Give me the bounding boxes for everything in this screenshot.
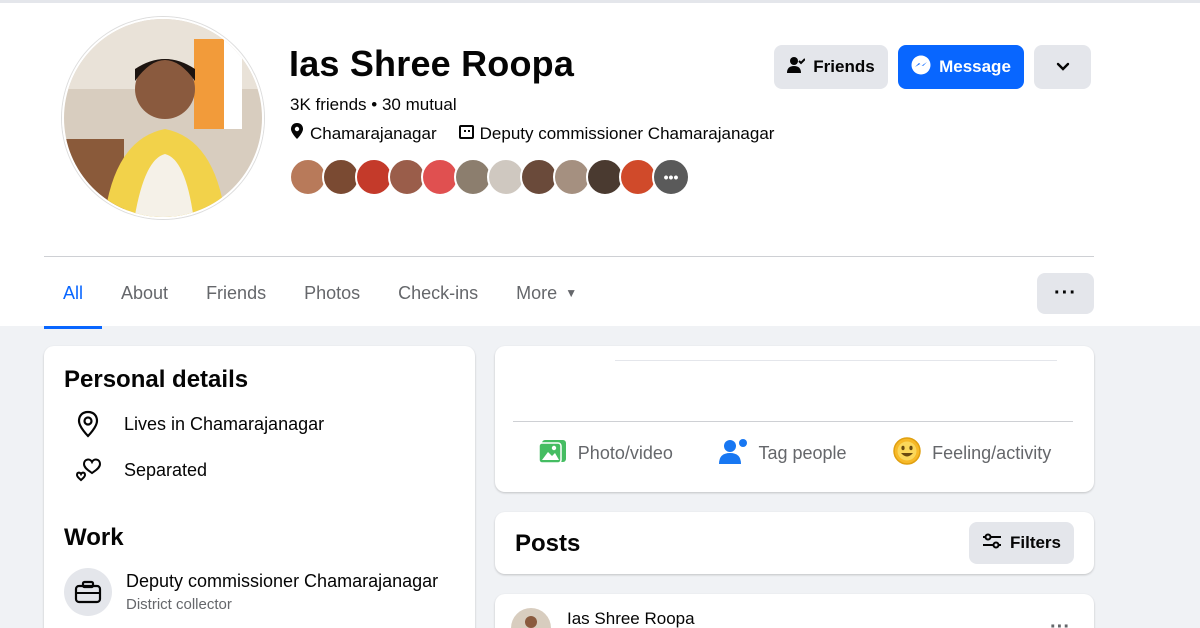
relationship-row: Separated	[72, 454, 207, 486]
tab-about[interactable]: About	[102, 257, 187, 329]
building-icon	[458, 124, 474, 144]
profile-meta: Chamarajanagar Deputy commissioner Chama…	[290, 123, 774, 144]
composer-divider	[615, 360, 1057, 361]
posts-title: Posts	[515, 530, 581, 557]
hearts-icon	[72, 454, 104, 486]
location-pin-icon	[290, 123, 304, 144]
composer-divider	[513, 421, 1073, 422]
tab-label: About	[121, 282, 169, 303]
intro-card: Personal details Lives in Chamarajanagar…	[44, 346, 475, 628]
message-button-label: Message	[939, 57, 1011, 76]
post-card: Ias Shree Roopa ···	[495, 594, 1094, 628]
photo-icon	[538, 437, 568, 470]
filters-label: Filters	[1009, 533, 1062, 552]
post-options-icon[interactable]: ···	[1050, 616, 1070, 628]
lives-in-text: Lives in Chamarajanagar	[124, 413, 325, 434]
briefcase-icon	[64, 568, 112, 616]
location-text: Chamarajanagar	[310, 123, 437, 143]
photo-video-button[interactable]: Photo/video	[538, 436, 673, 471]
messenger-icon	[911, 55, 931, 80]
smiley-icon	[892, 436, 922, 471]
mutual-friends-avatars[interactable]: •••	[289, 158, 690, 196]
work-item[interactable]: Deputy commissioner Chamarajanagar Distr…	[64, 568, 438, 616]
friends-button-label: Friends	[813, 57, 875, 76]
tab-all[interactable]: All	[44, 257, 103, 329]
photo-video-label: Photo/video	[577, 443, 673, 463]
friends-button[interactable]: Friends	[774, 45, 888, 89]
lives-in-row: Lives in Chamarajanagar	[72, 408, 324, 440]
profile-picture[interactable]	[62, 17, 264, 219]
more-friends-avatar[interactable]: •••	[652, 158, 690, 196]
person-check-icon	[787, 56, 807, 79]
tab-label: Check-ins	[398, 282, 479, 303]
tag-people-button[interactable]: Tag people	[718, 436, 847, 471]
tag-people-icon	[718, 437, 748, 470]
relationship-text: Separated	[124, 459, 208, 480]
tab-photos[interactable]: Photos	[285, 257, 379, 329]
tab-friends[interactable]: Friends	[187, 257, 285, 329]
tab-label: All	[63, 282, 84, 303]
post-author-avatar[interactable]	[511, 608, 551, 628]
workplace-text: Deputy commissioner Chamarajanagar	[479, 123, 775, 143]
location-pin-icon	[72, 408, 104, 440]
composer-actions: Photo/video Tag people Feeling/activity	[495, 436, 1094, 471]
profile-tabs: All About Friends Photos Check-ins More ▼	[44, 257, 596, 329]
tab-more[interactable]: More ▼	[497, 257, 596, 329]
work-job-subtitle: District collector	[126, 596, 232, 613]
filters-button[interactable]: Filters	[969, 522, 1074, 564]
profile-name: Ias Shree Roopa	[289, 43, 575, 84]
work-title: Work	[64, 524, 124, 551]
post-author-name[interactable]: Ias Shree Roopa	[567, 609, 695, 628]
caret-down-icon: ▼	[565, 286, 578, 300]
feeling-activity-button[interactable]: Feeling/activity	[892, 436, 1051, 471]
tab-label: Friends	[206, 282, 267, 303]
friends-summary[interactable]: 3K friends • 30 mutual	[290, 95, 457, 115]
personal-details-title: Personal details	[64, 366, 249, 393]
posts-header-card: Posts Filters	[495, 512, 1094, 574]
tab-label: More	[516, 282, 558, 303]
create-post-card: Photo/video Tag people Feeling/activity	[495, 346, 1094, 492]
more-dots-icon: ···	[1054, 282, 1077, 304]
message-button[interactable]: Message	[898, 45, 1024, 89]
chevron-down-icon	[1056, 57, 1070, 77]
tabs-options-button[interactable]: ···	[1037, 273, 1094, 314]
profile-header: Ias Shree Roopa 3K friends • 30 mutual C…	[0, 0, 1200, 329]
tab-label: Photos	[304, 282, 361, 303]
feeling-activity-label: Feeling/activity	[932, 443, 1052, 463]
tag-people-label: Tag people	[758, 443, 847, 463]
profile-more-button[interactable]	[1034, 45, 1091, 89]
tab-check-ins[interactable]: Check-ins	[379, 257, 497, 329]
work-job-title: Deputy commissioner Chamarajanagar	[126, 571, 439, 591]
filter-sliders-icon	[982, 533, 1002, 554]
